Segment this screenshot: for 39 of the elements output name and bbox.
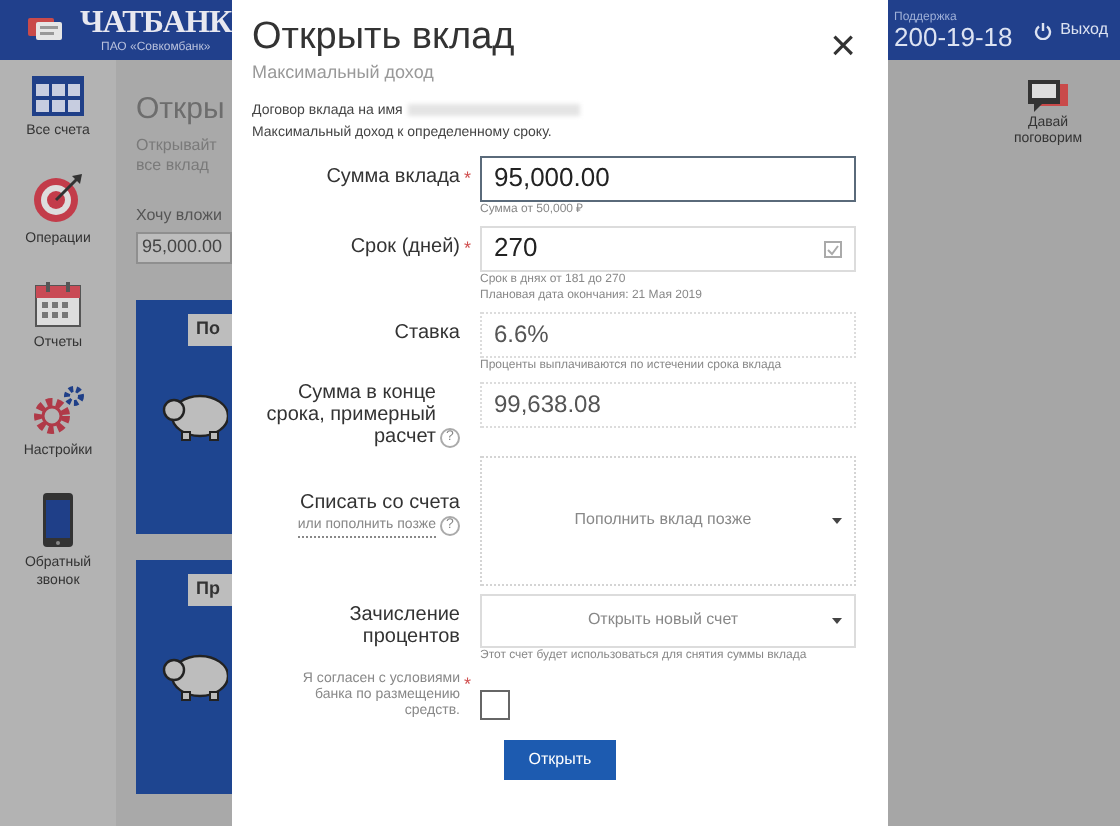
chat-icon [1028,80,1068,112]
power-icon [1034,21,1053,39]
field-label: Срок (дней) [350,235,460,257]
dropdown[interactable]: Пополнить вклад позже [480,455,856,585]
card-tab[interactable]: Пр [188,574,232,605]
caret-icon [832,517,842,523]
required-mark: * [464,237,472,257]
input-field[interactable]: 95,000.00 [480,155,856,201]
amount-label: Хочу вложи [136,204,224,228]
field-label: Сумма вклада [326,165,460,187]
field-label: Зачисление процентов [347,603,460,647]
chat-logo-icon [28,16,64,44]
piggy-bank-icon [160,389,228,441]
input-field[interactable]: 270 [480,225,856,271]
page-title: Откры [136,90,225,130]
readout-field: 6.6% [480,311,856,357]
target-icon [32,172,84,224]
table-icon [32,76,84,116]
card-tab[interactable]: По [188,314,232,345]
field-label: Сумма в конце срока, примерный расчет [264,381,436,447]
dropdown[interactable]: Открыть новый счет [480,593,856,647]
readout-field: 99,638.08 [480,381,856,427]
gears-icon [30,384,86,436]
required-mark: * [464,167,472,187]
consent-checkbox[interactable] [480,689,510,719]
logout-button[interactable]: Выход [1034,18,1108,42]
field-label: Списать со счета [300,491,460,513]
caret-icon [832,617,842,623]
piggy-bank-icon [160,649,228,701]
required-mark: * [464,673,472,693]
phone-icon [42,492,74,548]
close-button[interactable]: × [830,24,856,68]
bank-name: ЧАТБАНК [80,7,232,39]
dialog-title: Открыть вклад [252,16,515,60]
open-button[interactable]: Открыть [504,739,616,779]
dialog-subtitle: Максимальный доход [252,60,436,86]
field-label: Ставка [394,321,460,343]
support-phone: 200-19-18 [894,23,1013,49]
amount-field: 95,000.00 [136,232,232,264]
